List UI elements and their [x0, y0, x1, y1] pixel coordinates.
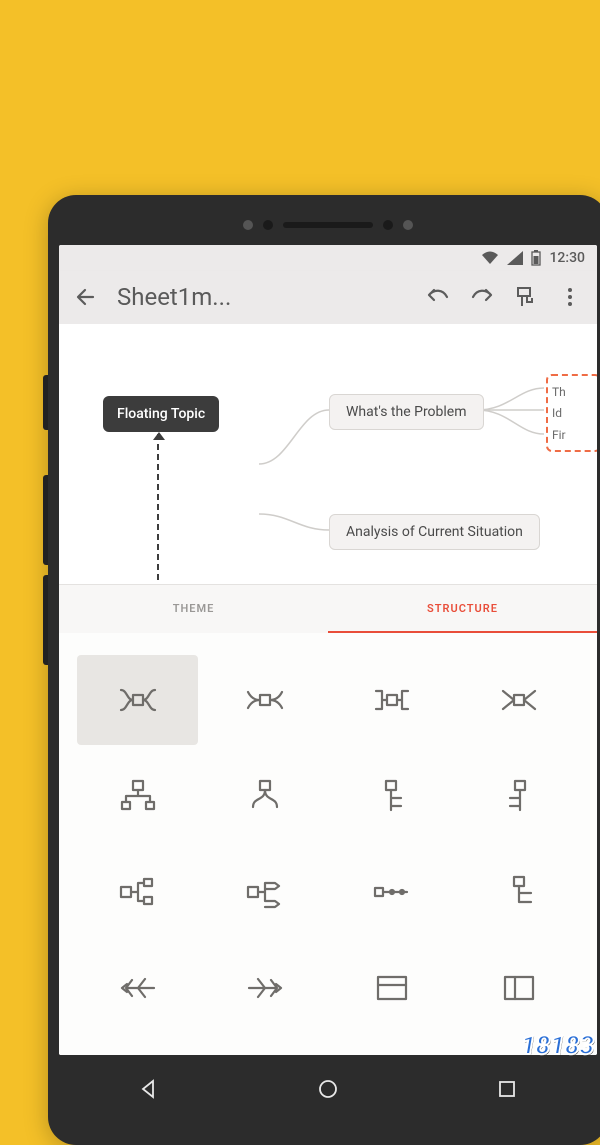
format-button[interactable]	[513, 284, 539, 310]
structure-org-down[interactable]	[77, 751, 198, 841]
wifi-icon	[481, 251, 499, 265]
side-line: Id	[552, 403, 595, 425]
tab-theme[interactable]: THEME	[59, 585, 328, 633]
mindmap-selection-box[interactable]: Th Id Fir	[546, 374, 597, 452]
battery-icon	[531, 250, 541, 266]
structure-column[interactable]	[458, 943, 579, 1033]
structure-matrix[interactable]	[331, 943, 452, 1033]
signal-icon	[507, 251, 523, 265]
structure-fishbone-right[interactable]	[204, 943, 325, 1033]
structure-balanced-map-soft[interactable]	[204, 655, 325, 745]
status-time: 12:30	[549, 250, 585, 266]
document-title: Sheet1m...	[117, 283, 407, 311]
structure-logic-right[interactable]	[77, 847, 198, 937]
structure-fishbone-left[interactable]	[77, 943, 198, 1033]
structure-logic-right-arrow[interactable]	[204, 847, 325, 937]
android-navbar	[59, 1063, 597, 1119]
mindmap-node[interactable]: Analysis of Current Situation	[329, 514, 540, 550]
nav-back[interactable]	[138, 1078, 160, 1104]
screen: 12:30 Sheet1m...	[59, 245, 597, 1055]
mindmap-node[interactable]: What's the Problem	[329, 394, 484, 430]
connector-dashed	[157, 434, 159, 580]
watermark: 18183	[521, 1031, 594, 1061]
phone-frame: 12:30 Sheet1m...	[48, 195, 600, 1145]
phone-speaker	[59, 211, 597, 239]
structure-org-down-step-right[interactable]	[458, 751, 579, 841]
nav-recent[interactable]	[496, 1078, 518, 1104]
structure-timeline[interactable]	[331, 847, 452, 937]
structure-org-down-curve[interactable]	[204, 751, 325, 841]
side-line: Th	[552, 382, 595, 404]
structure-org-down-step[interactable]	[331, 751, 452, 841]
undo-button[interactable]	[425, 284, 451, 310]
structure-grid	[59, 633, 597, 1055]
structure-balanced-map[interactable]	[77, 655, 198, 745]
volume-button	[43, 575, 48, 665]
tab-structure[interactable]: STRUCTURE	[328, 585, 597, 633]
nav-home[interactable]	[317, 1078, 339, 1104]
structure-balanced-map-line[interactable]	[458, 655, 579, 745]
floating-topic-node[interactable]: Floating Topic	[103, 396, 219, 432]
side-line: Fir	[552, 425, 595, 447]
status-bar: 12:30	[59, 245, 597, 271]
more-button[interactable]	[557, 284, 583, 310]
volume-button	[43, 375, 48, 430]
structure-balanced-map-angle[interactable]	[331, 655, 452, 745]
app-toolbar: Sheet1m...	[59, 271, 597, 324]
structure-tree-right[interactable]	[458, 847, 579, 937]
panel-tabs: THEME STRUCTURE	[59, 584, 597, 633]
back-button[interactable]	[73, 284, 99, 310]
redo-button[interactable]	[469, 284, 495, 310]
mindmap-canvas[interactable]: Floating Topic What's the Problem Analys…	[59, 324, 597, 584]
volume-button	[43, 475, 48, 565]
